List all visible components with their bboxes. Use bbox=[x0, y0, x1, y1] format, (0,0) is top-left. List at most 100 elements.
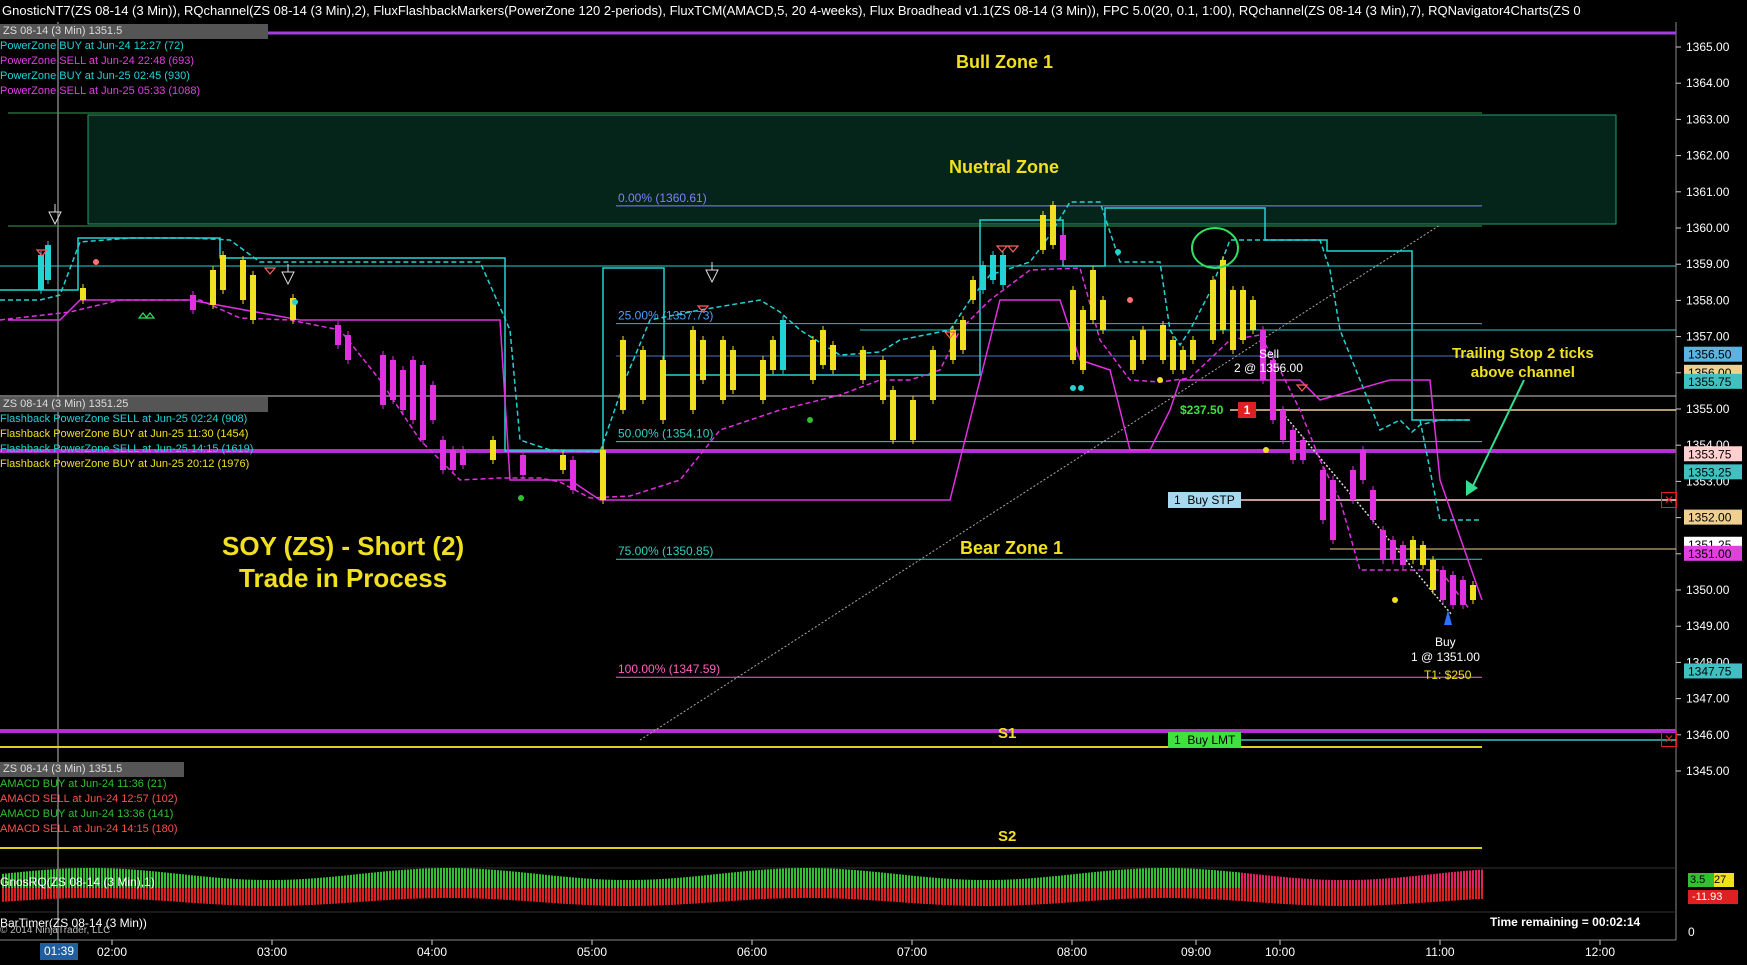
candle-body bbox=[1400, 545, 1406, 565]
gnosrq-bar-up bbox=[578, 877, 580, 888]
gnosrq-bar-down bbox=[851, 888, 853, 900]
candle-body bbox=[1470, 585, 1476, 600]
rq-channel-dashed bbox=[1419, 419, 1482, 521]
trailing-stop-line2: above channel bbox=[1470, 364, 1575, 381]
gnosrq-bar-down bbox=[68, 888, 70, 899]
candle-body bbox=[1060, 235, 1066, 260]
gnosrq-bar-up bbox=[815, 868, 817, 888]
sell-execution-label: Sell bbox=[1259, 347, 1280, 361]
gnosrq-bar-up bbox=[1223, 870, 1225, 888]
gnosrq-bar-down bbox=[158, 888, 160, 901]
candle-body bbox=[560, 455, 566, 470]
gnosrq-bar-up bbox=[473, 868, 475, 888]
gnosrq-bar-down bbox=[767, 888, 769, 899]
gnosrq-bar-up bbox=[524, 872, 526, 888]
gnosrq-bar-down bbox=[1439, 888, 1441, 902]
candle-body bbox=[410, 360, 416, 420]
gnosrq-bar-down bbox=[1061, 888, 1063, 903]
gnosrq-bar-down bbox=[1043, 888, 1045, 905]
buy-stop-order[interactable]: 1 Buy STP bbox=[1168, 492, 1241, 508]
gnosrq-bar-down bbox=[293, 888, 295, 906]
signal-dot bbox=[1127, 297, 1133, 303]
gnosrq-bar-down bbox=[1265, 888, 1267, 903]
gnosrq-bar-up bbox=[1322, 879, 1324, 888]
gnosrq-bar-up bbox=[1274, 876, 1276, 888]
cancel-stop-x-icon[interactable]: ✕ bbox=[1661, 492, 1677, 508]
gnosrq-bar-up bbox=[458, 868, 460, 888]
gnosrq-bar-up bbox=[656, 879, 658, 888]
gnosrq-bar-down bbox=[254, 888, 256, 906]
gnosrq-bar-up bbox=[860, 870, 862, 888]
gnosrq-bar-down bbox=[104, 888, 106, 899]
gnosrq-bar-down bbox=[581, 888, 583, 905]
gnosrq-bar-down bbox=[428, 888, 430, 899]
gnosrq-bar-down bbox=[374, 888, 376, 901]
gnosrq-bar-down bbox=[1436, 888, 1438, 902]
signal-dot bbox=[807, 417, 813, 423]
gnosrq-bar-down bbox=[1112, 888, 1114, 900]
gnosrq-bar-down bbox=[431, 888, 433, 899]
gnosrq-bar-down bbox=[191, 888, 193, 903]
gnosrq-bar-down bbox=[863, 888, 865, 900]
gnosrq-bar-up bbox=[1001, 879, 1003, 888]
gnosrq-panel-title: GnosRQ(ZS 08-14 (3 Min),1) bbox=[0, 875, 155, 889]
candle-body bbox=[1240, 290, 1246, 340]
gnosrq-bar-down bbox=[1238, 888, 1240, 901]
gnosrq-bar-up bbox=[1013, 879, 1015, 888]
gnosrq-bar-up bbox=[659, 879, 661, 888]
position-qty-badge[interactable]: 1 bbox=[1238, 402, 1256, 418]
gnosrq-bar-down bbox=[353, 888, 355, 903]
cancel-limit-x-icon[interactable]: ✕ bbox=[1661, 731, 1677, 747]
gnosrq-bar-down bbox=[311, 888, 313, 905]
candle-body bbox=[1350, 470, 1356, 500]
gnosrq-bar-up bbox=[584, 878, 586, 888]
gnosrq-bar-up bbox=[611, 879, 613, 888]
chart-canvas[interactable]: 0.00% (1360.61) 25.00% (1357.73) 50.00% (1… bbox=[0, 0, 1747, 965]
gnosrq-bar-down bbox=[1052, 888, 1054, 904]
gnosrq-bar-down bbox=[446, 888, 448, 899]
gnosrq-bar-down bbox=[824, 888, 826, 899]
gnosrq-bar-down bbox=[746, 888, 748, 901]
gnosrq-bar-up bbox=[818, 868, 820, 888]
gnosrq-bar-down bbox=[50, 888, 52, 899]
gnosrq-bar-down bbox=[74, 888, 76, 899]
gnosrq-bar-up bbox=[758, 869, 760, 888]
candle-body bbox=[1130, 340, 1136, 370]
gnosrq-bar-up bbox=[959, 879, 961, 888]
gnosrq-bar-up bbox=[287, 879, 289, 888]
gnosrq-bar-up bbox=[902, 874, 904, 888]
gnosrq-bar-up bbox=[866, 871, 868, 888]
gnosrq-bar-up bbox=[1451, 872, 1453, 888]
gnosrq-bar-up bbox=[368, 872, 370, 888]
gnosrq-bar-up bbox=[917, 876, 919, 888]
gnosrq-bar-down bbox=[860, 888, 862, 900]
gnosrq-bar-down bbox=[752, 888, 754, 900]
gnosrq-bar-up bbox=[1475, 869, 1477, 888]
gnosrq-bar-up bbox=[920, 876, 922, 888]
gnosrq-bar-up bbox=[374, 872, 376, 888]
candle-body bbox=[380, 355, 386, 405]
gnosrq-bar-up bbox=[1130, 869, 1132, 888]
gnosrq-bar-down bbox=[638, 888, 640, 906]
gnosrq-bar-down bbox=[332, 888, 334, 904]
gnosrq-bar-down bbox=[884, 888, 886, 902]
gnosrq-bar-down bbox=[1478, 888, 1480, 900]
gnosrq-bar-down bbox=[479, 888, 481, 899]
gnosrq-bar-up bbox=[776, 868, 778, 888]
gnosrq-bar-down bbox=[512, 888, 514, 901]
gnosrq-bar-up bbox=[1250, 873, 1252, 888]
time-axis-label: 11:00 bbox=[1425, 945, 1454, 959]
gnosrq-bar-down bbox=[632, 888, 634, 906]
gnosrq-bar-up bbox=[1442, 873, 1444, 888]
gnosrq-bar-up bbox=[1298, 878, 1300, 888]
gnosrq-bar-up bbox=[1265, 875, 1267, 888]
gnosrq-bar-down bbox=[971, 888, 973, 906]
gnosrq-bar-up bbox=[755, 870, 757, 888]
buy-limit-order[interactable]: 1 Buy LMT bbox=[1168, 732, 1242, 748]
gnosrq-bar-down bbox=[1031, 888, 1033, 905]
gnosrq-bar-up bbox=[569, 877, 571, 888]
gnosrq-bar-down bbox=[1298, 888, 1300, 905]
gnosrq-bar-down bbox=[677, 888, 679, 905]
gnosrq-bar-up bbox=[1295, 877, 1297, 888]
gnosrq-bar-down bbox=[524, 888, 526, 902]
